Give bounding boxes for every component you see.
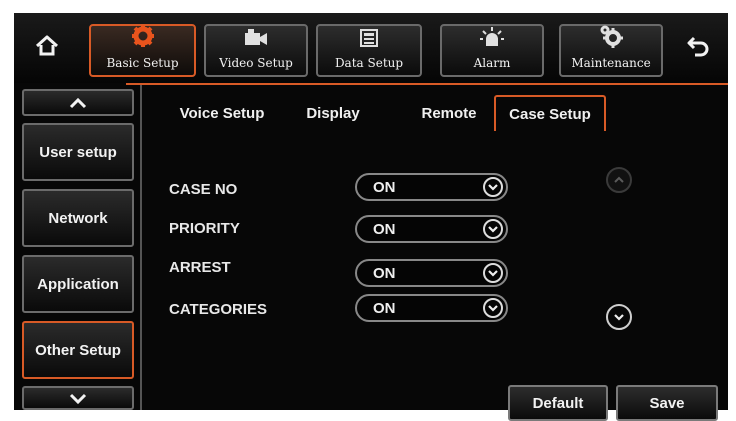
data-icon <box>359 28 379 53</box>
case-no-label: CASE NO <box>169 181 238 198</box>
categories-label: CATEGORIES <box>169 301 268 318</box>
chevron-down-icon <box>69 393 87 404</box>
sidebar-item-application[interactable]: Application <box>22 255 134 313</box>
priority-value: ON <box>373 221 396 238</box>
alarm-button[interactable]: Alarm <box>440 24 544 77</box>
priority-label: PRIORITY <box>169 220 240 237</box>
alarm-label: Alarm <box>473 56 511 70</box>
basic-setup-button[interactable]: Basic Setup <box>89 24 196 77</box>
chevron-up-icon <box>69 97 87 108</box>
arrest-value: ON <box>373 265 396 282</box>
case-no-value: ON <box>373 179 396 196</box>
priority-select[interactable]: ON <box>355 215 508 243</box>
sidebar-item-label: User setup <box>39 143 117 161</box>
save-button[interactable]: Save <box>616 385 718 421</box>
dvr-settings-screen: Basic Setup Video Setup Data Setup Alarm… <box>14 13 730 421</box>
tab-label: Voice Setup <box>179 104 265 122</box>
page-up-button[interactable] <box>606 167 632 193</box>
maintenance-gears-icon <box>598 24 624 53</box>
tab-voice-setup[interactable]: Voice Setup <box>166 95 278 131</box>
default-button[interactable]: Default <box>508 385 608 421</box>
gear-icon <box>131 24 155 53</box>
home-icon[interactable] <box>32 31 62 61</box>
camera-icon <box>243 28 269 53</box>
case-no-select[interactable]: ON <box>355 173 508 201</box>
tab-case-setup[interactable]: Case Setup <box>494 95 606 131</box>
categories-value: ON <box>373 300 396 317</box>
chevron-up-icon <box>614 176 624 183</box>
tab-display[interactable]: Display <box>288 95 378 131</box>
sidebar-item-other-setup[interactable]: Other Setup <box>22 321 134 379</box>
arrest-select[interactable]: ON <box>355 259 508 287</box>
sidebar-item-label: Application <box>37 275 119 293</box>
chevron-down-icon[interactable] <box>483 263 503 283</box>
content-panel: Voice Setup Display Remote Case Setup CA… <box>140 85 730 421</box>
page-down-button[interactable] <box>606 304 632 330</box>
tab-remote[interactable]: Remote <box>404 95 494 131</box>
basic-setup-label: Basic Setup <box>106 56 179 70</box>
alarm-light-icon <box>479 26 505 53</box>
sidebar-item-network[interactable]: Network <box>22 189 134 247</box>
chevron-down-icon[interactable] <box>483 219 503 239</box>
sidebar-scroll-down-button[interactable] <box>22 386 134 410</box>
tab-label: Case Setup <box>509 105 591 123</box>
maintenance-button[interactable]: Maintenance <box>559 24 663 77</box>
sidebar-item-label: Other Setup <box>35 341 121 359</box>
chevron-down-icon[interactable] <box>483 298 503 318</box>
video-setup-button[interactable]: Video Setup <box>204 24 308 77</box>
data-setup-button[interactable]: Data Setup <box>316 24 422 77</box>
top-toolbar: Basic Setup Video Setup Data Setup Alarm… <box>14 13 728 83</box>
sidebar-item-label: Network <box>48 209 108 227</box>
tab-label: Remote <box>421 104 477 122</box>
arrest-label: ARREST <box>169 259 231 276</box>
categories-select[interactable]: ON <box>355 294 508 322</box>
maintenance-label: Maintenance <box>571 56 651 70</box>
chevron-down-icon <box>614 314 624 321</box>
tab-label: Display <box>306 104 360 122</box>
sidebar-scroll-up-button[interactable] <box>22 89 134 116</box>
back-arrow-icon[interactable] <box>684 31 714 61</box>
sidebar: User setup Network Application Other Set… <box>22 89 140 410</box>
data-setup-label: Data Setup <box>334 56 404 70</box>
video-setup-label: Video Setup <box>219 56 293 70</box>
chevron-down-icon[interactable] <box>483 177 503 197</box>
sidebar-item-user-setup[interactable]: User setup <box>22 123 134 181</box>
